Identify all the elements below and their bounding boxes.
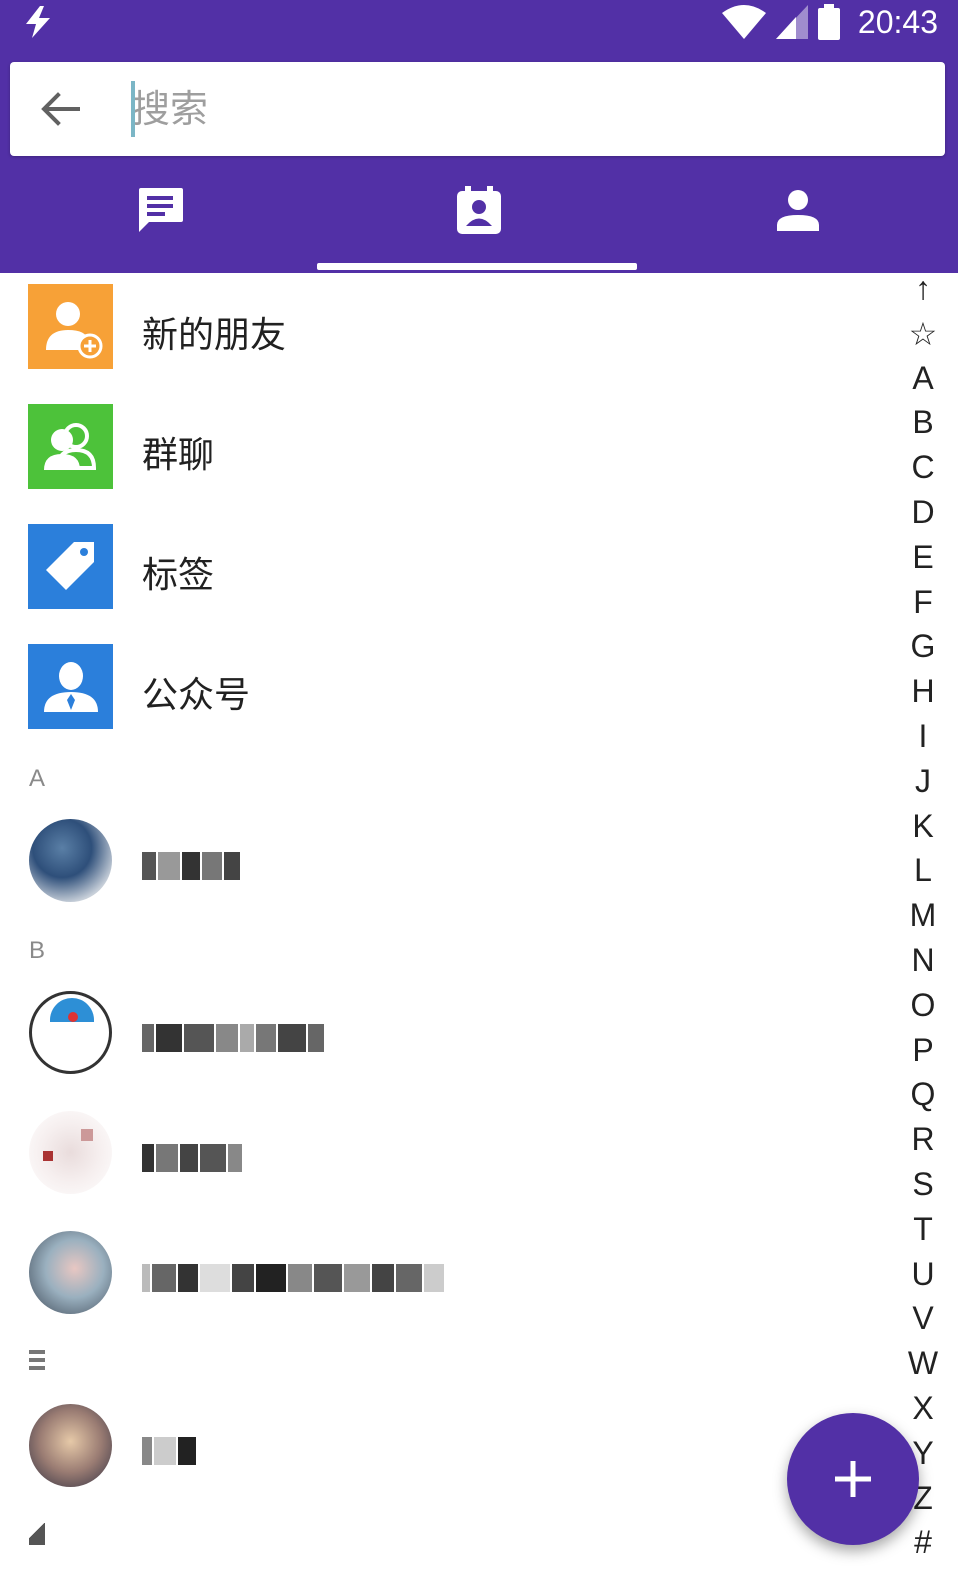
back-arrow-icon[interactable] (38, 87, 82, 131)
contact-row[interactable] (0, 977, 895, 1097)
battery-icon (817, 4, 840, 40)
section-header-b: B (29, 937, 46, 964)
app-root: 20:43 搜索 新的朋友 群聊 标签 公众号 A B ↑ ☆ A B C D … (0, 0, 958, 1590)
index-letter[interactable]: I (898, 718, 948, 755)
contact-name-redacted (142, 1144, 242, 1172)
status-bar: 20:43 (0, 0, 958, 44)
chat-icon (138, 187, 183, 232)
contact-row[interactable] (0, 1217, 895, 1337)
index-letter[interactable]: V (898, 1300, 948, 1337)
index-letter[interactable]: O (898, 987, 948, 1024)
new-friends-item[interactable]: 新的朋友 (0, 270, 895, 390)
index-letter[interactable]: D (898, 494, 948, 531)
app-header: 20:43 (0, 0, 958, 273)
index-letter[interactable]: F (898, 584, 948, 621)
wifi-icon (721, 5, 766, 39)
official-accounts-item[interactable]: 公众号 (0, 630, 895, 750)
index-letter[interactable]: T (898, 1211, 948, 1248)
avatar (29, 1231, 112, 1314)
person-icon (777, 189, 820, 231)
signal-icon (775, 5, 808, 39)
avatar (29, 1404, 112, 1487)
contact-row[interactable] (0, 1390, 895, 1510)
index-letter[interactable]: N (898, 942, 948, 979)
search-input[interactable] (132, 76, 912, 142)
index-letter[interactable]: S (898, 1166, 948, 1203)
section-header-a: A (29, 765, 46, 792)
index-letter[interactable]: ☆ (898, 315, 948, 353)
tab-bar (0, 160, 958, 273)
contacts-icon (456, 185, 501, 234)
clock: 20:43 (857, 3, 938, 40)
index-letter[interactable]: L (898, 852, 948, 889)
tab-contacts[interactable] (319, 160, 638, 273)
contact-name-redacted (142, 1264, 444, 1292)
contact-name-redacted (142, 1437, 196, 1465)
index-letter[interactable]: X (898, 1390, 948, 1427)
index-letter[interactable]: B (898, 404, 948, 441)
group-chat-icon (28, 404, 113, 489)
avatar (29, 819, 112, 902)
official-accounts-label: 公众号 (142, 675, 251, 716)
tag-icon (28, 524, 113, 609)
index-letter[interactable]: # (898, 1524, 948, 1561)
text-cursor (131, 81, 135, 137)
contact-row[interactable] (0, 1097, 895, 1217)
section-header-redacted (29, 1523, 45, 1545)
official-account-icon (28, 644, 113, 729)
index-letter[interactable]: A (898, 360, 948, 397)
avatar (29, 1111, 112, 1194)
index-letter[interactable]: R (898, 1121, 948, 1158)
tab-messages[interactable] (0, 160, 319, 273)
add-friend-icon (28, 284, 113, 369)
tags-item[interactable]: 标签 (0, 510, 895, 630)
alphabet-index[interactable]: ↑ ☆ A B C D E F G H I J K L M N O P Q R S T U V W X Y Z # (898, 270, 948, 1590)
index-letter[interactable]: C (898, 449, 948, 486)
index-letter[interactable]: M (898, 897, 948, 934)
new-friends-label: 新的朋友 (142, 315, 287, 356)
index-letter[interactable]: E (898, 539, 948, 576)
add-contact-fab[interactable] (787, 1413, 919, 1545)
contact-name-redacted (142, 1024, 324, 1052)
search-bar (10, 62, 945, 156)
group-chat-item[interactable]: 群聊 (0, 390, 895, 510)
index-letter[interactable]: H (898, 673, 948, 710)
status-icons: 20:43 (721, 2, 938, 42)
index-letter[interactable]: J (898, 763, 948, 800)
contact-name-redacted (142, 852, 240, 880)
contact-row[interactable] (0, 805, 895, 925)
index-letter[interactable]: W (898, 1345, 948, 1382)
tags-label: 标签 (142, 555, 215, 596)
flash-icon (26, 6, 50, 38)
group-chat-label: 群聊 (142, 435, 215, 476)
section-header-redacted (29, 1350, 45, 1370)
plus-icon (835, 1461, 871, 1497)
tab-me[interactable] (639, 160, 958, 273)
index-letter[interactable]: K (898, 808, 948, 845)
index-letter[interactable]: Q (898, 1076, 948, 1113)
index-letter[interactable]: P (898, 1032, 948, 1069)
active-tab-indicator (317, 263, 637, 270)
avatar (29, 991, 112, 1074)
index-letter[interactable]: U (898, 1256, 948, 1293)
index-letter[interactable]: G (898, 628, 948, 665)
index-letter[interactable]: ↑ (898, 270, 948, 307)
